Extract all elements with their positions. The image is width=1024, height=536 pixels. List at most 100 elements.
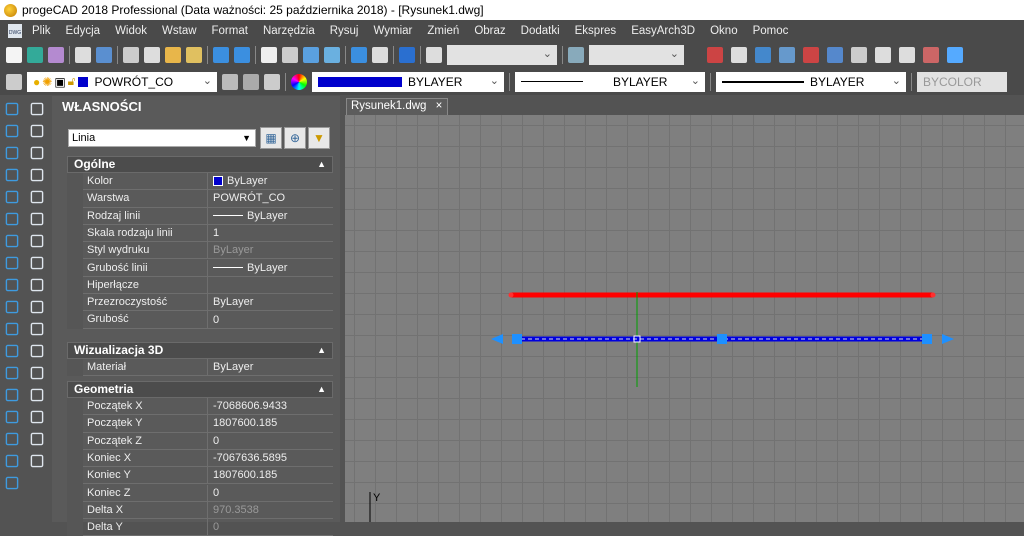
property-value[interactable]: ByLayer <box>208 294 253 310</box>
menu-0[interactable]: Plik <box>32 25 51 37</box>
cloud-icon[interactable] <box>5 256 19 270</box>
object-type-select[interactable]: Linia ▼ <box>68 129 256 147</box>
text-icon[interactable] <box>5 476 19 490</box>
spline-icon[interactable] <box>5 278 19 292</box>
stretch-icon[interactable] <box>30 278 44 292</box>
property-value[interactable]: 1807600.185 <box>208 467 277 483</box>
match-properties-icon[interactable] <box>186 46 202 63</box>
layer-state-icon[interactable] <box>264 73 280 90</box>
tab-rysunek1[interactable]: Rysunek1.dwg × <box>346 98 448 115</box>
property-value[interactable]: ByLayer <box>208 260 287 276</box>
collapse-icon[interactable]: ▲ <box>317 157 326 172</box>
drawing-canvas[interactable]: Y <box>345 115 1024 522</box>
zoom-window-icon[interactable] <box>303 46 319 63</box>
linetype-combo[interactable]: BYLAYER ⌄ <box>515 71 705 92</box>
section-ogólne[interactable]: Ogólne ▲ <box>67 156 333 173</box>
select-objects-button[interactable]: ▦ <box>260 127 282 149</box>
text-style-combo[interactable]: ⌄ <box>447 44 557 65</box>
polyline-icon[interactable] <box>5 146 19 160</box>
open-icon[interactable] <box>27 46 43 63</box>
property-value[interactable]: 0 <box>208 311 219 327</box>
help-icon[interactable] <box>399 46 415 63</box>
make-block-icon[interactable] <box>5 366 19 380</box>
rotate-icon[interactable] <box>30 234 44 248</box>
dim-center-icon[interactable] <box>803 46 819 63</box>
line-icon[interactable] <box>5 102 19 116</box>
dim-linear-icon[interactable] <box>707 46 723 63</box>
spell-check-icon[interactable] <box>875 46 891 63</box>
copy-object-icon[interactable] <box>30 124 44 138</box>
property-value[interactable]: -7067636.5895 <box>208 450 287 466</box>
grip-end[interactable] <box>922 334 932 344</box>
new-file-icon[interactable] <box>6 46 22 63</box>
erase-icon[interactable] <box>30 102 44 116</box>
snap-icon[interactable] <box>851 46 867 63</box>
filter-button[interactable]: ▼ <box>308 127 330 149</box>
circle-icon[interactable] <box>5 234 19 248</box>
menu-3[interactable]: Wstaw <box>162 25 197 37</box>
property-row[interactable]: Początek X -7068606.9433 <box>83 398 333 416</box>
property-value[interactable]: -7068606.9433 <box>208 398 287 414</box>
collapse-icon[interactable]: ▲ <box>317 382 326 397</box>
text-style-icon[interactable] <box>426 46 442 63</box>
explode-icon[interactable] <box>30 410 44 424</box>
property-row[interactable]: Początek Z 0 <box>83 432 333 450</box>
lineweight-combo[interactable]: BYLAYER ⌄ <box>716 71 906 92</box>
property-value[interactable]: ByLayer <box>208 173 267 189</box>
find-replace-icon[interactable] <box>899 46 915 63</box>
menu-8[interactable]: Zmień <box>427 25 459 37</box>
property-row[interactable]: Styl wydruku ByLayer <box>83 242 333 260</box>
rectangle-icon[interactable] <box>5 190 19 204</box>
menu-12[interactable]: EasyArch3D <box>631 25 695 37</box>
property-row[interactable]: Kolor ByLayer <box>83 173 333 191</box>
ucs-icon[interactable] <box>827 46 843 63</box>
grip-start[interactable] <box>512 334 522 344</box>
edit-hatch-icon[interactable] <box>30 454 44 468</box>
stretch-arrow-right-icon[interactable] <box>942 334 954 344</box>
offset-icon[interactable] <box>30 168 44 182</box>
property-row[interactable]: Hiperłącze <box>83 276 333 295</box>
cut-icon[interactable] <box>123 46 139 63</box>
menu-9[interactable]: Obraz <box>474 25 505 37</box>
property-row[interactable]: Grubość 0 <box>83 311 333 329</box>
menu-1[interactable]: Edycja <box>66 25 101 37</box>
property-row[interactable]: Grubość linii ByLayer <box>83 259 333 277</box>
chamfer-icon[interactable] <box>30 366 44 380</box>
grip-midpoint[interactable] <box>717 334 727 344</box>
property-value[interactable]: 1807600.185 <box>208 415 277 431</box>
property-value[interactable]: POWRÓT_CO <box>208 190 285 206</box>
color-combo[interactable]: BYLAYER ⌄ <box>312 71 504 92</box>
property-row[interactable]: Delta X 970.3538 <box>83 501 333 520</box>
dim-aligned-icon[interactable] <box>731 46 747 63</box>
property-value[interactable]: ByLayer <box>208 242 253 258</box>
insert-block-icon[interactable] <box>5 344 19 358</box>
property-value[interactable]: 1 <box>208 225 219 241</box>
close-icon[interactable]: × <box>436 100 443 112</box>
inquiry-icon[interactable] <box>779 46 795 63</box>
array-icon[interactable] <box>30 190 44 204</box>
mirror-icon[interactable] <box>30 146 44 160</box>
menu-4[interactable]: Format <box>212 25 248 37</box>
text-edit-icon[interactable] <box>923 46 939 63</box>
property-value[interactable]: 0 <box>208 485 219 501</box>
stretch-arrow-left-icon[interactable] <box>491 334 503 344</box>
print-icon[interactable] <box>75 46 91 63</box>
extend-icon[interactable] <box>30 322 44 336</box>
copy-icon[interactable] <box>144 46 160 63</box>
ellipse-arc-icon[interactable] <box>5 322 19 336</box>
menu-14[interactable]: Pomoc <box>753 25 789 37</box>
polygon-icon[interactable] <box>5 168 19 182</box>
menu-13[interactable]: Okno <box>710 25 738 37</box>
ellipse-icon[interactable] <box>5 300 19 314</box>
edit-polyline-icon[interactable] <box>30 432 44 446</box>
property-row[interactable]: Przezroczystość ByLayer <box>83 294 333 312</box>
property-value[interactable] <box>208 277 213 293</box>
plotstyle-combo[interactable]: BYCOLOR <box>917 71 1007 92</box>
move-icon[interactable] <box>30 212 44 226</box>
dwg-file-icon[interactable]: DWG <box>8 23 22 38</box>
layer-combo[interactable]: ● ✺ ▣ 🔓︎ POWRÓT_CO ⌄ <box>27 71 217 92</box>
color-wheel-icon[interactable] <box>291 73 307 90</box>
property-row[interactable]: Początek Y 1807600.185 <box>83 415 333 433</box>
table-icon[interactable] <box>5 454 19 468</box>
layer-manager-icon[interactable] <box>6 73 22 90</box>
